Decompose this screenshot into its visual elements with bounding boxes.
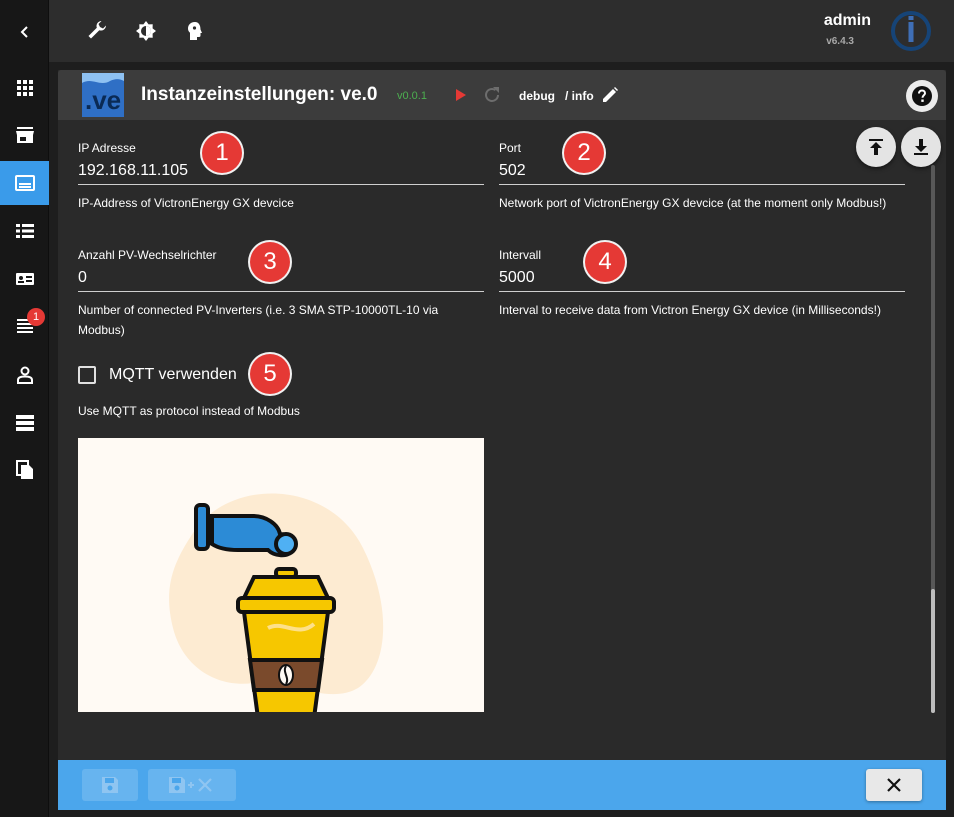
ip-address-label: IP Adresse — [78, 141, 136, 155]
save-button[interactable] — [82, 769, 138, 801]
sidebar-item-files[interactable] — [0, 448, 49, 492]
instance-settings-dialog: .ve Instanzeinstellungen: ve.0 v0.0.1 de… — [58, 70, 946, 810]
store-icon — [15, 127, 34, 143]
files-icon — [15, 460, 33, 479]
pv-inverters-label: Anzahl PV-Wechselrichter — [78, 248, 217, 262]
mqtt-checkbox-row[interactable]: MQTT verwenden — [78, 364, 237, 386]
hosts-icon — [15, 415, 34, 431]
help-icon — [912, 86, 932, 106]
donate-coffee-illustration[interactable] — [78, 438, 484, 712]
pencil-icon — [603, 87, 618, 102]
play-icon — [456, 89, 466, 101]
start-instance-button[interactable] — [449, 84, 471, 106]
callout-marker-5: 5 — [250, 354, 290, 394]
upload-icon — [869, 139, 883, 155]
loglevel-label: debug / info — [519, 89, 594, 103]
save-config-button[interactable] — [901, 127, 941, 167]
grid-icon — [16, 80, 33, 96]
instance-version: v0.0.1 — [397, 90, 427, 102]
interval-input[interactable] — [499, 264, 905, 292]
dialog-footer — [58, 760, 946, 810]
floppy-plus-close-icon — [169, 777, 212, 793]
scrollbar-thumb[interactable] — [931, 589, 935, 713]
dialog-title: Instanzeinstellungen: ve.0 — [141, 84, 378, 105]
sidebar-item-enums[interactable] — [0, 257, 49, 301]
expert-mode-button[interactable] — [180, 17, 208, 45]
coffee-donate-icon — [78, 438, 484, 712]
adapter-logo-text: .ve — [85, 85, 121, 115]
sidebar: 1 — [0, 0, 49, 817]
refresh-icon — [485, 87, 499, 102]
list-icon — [15, 224, 34, 238]
mqtt-checkbox-label: MQTT verwenden — [109, 366, 237, 383]
instances-icon — [14, 175, 35, 191]
sidebar-item-adapters[interactable] — [0, 113, 49, 157]
callout-marker-4: 4 — [585, 242, 625, 282]
port-help: Network port of VictronEnergy GX devcice… — [499, 196, 887, 210]
mqtt-help: Use MQTT as protocol instead of Modbus — [78, 404, 300, 418]
ip-address-input[interactable] — [78, 157, 484, 185]
loglevel-current: debug — [519, 89, 555, 103]
sidebar-item-objects[interactable] — [0, 209, 49, 253]
adapter-logo: .ve — [82, 73, 124, 117]
logs-count-badge: 1 — [27, 308, 45, 326]
sidebar-item-overview[interactable] — [0, 66, 49, 110]
ip-address-help: IP-Address of VictronEnergy GX devcice — [78, 196, 294, 210]
port-label: Port — [499, 141, 522, 155]
sidebar-item-users[interactable] — [0, 353, 49, 397]
close-dialog-button[interactable] — [866, 769, 922, 801]
collapse-sidebar-button[interactable] — [0, 10, 49, 54]
victron-logo-icon: .ve — [82, 73, 124, 117]
contact-card-icon — [15, 273, 34, 285]
wrench-icon — [88, 21, 106, 39]
head-icon — [188, 22, 202, 40]
interval-label: Intervall — [499, 248, 542, 262]
mqtt-checkbox[interactable] — [78, 366, 96, 384]
iobroker-logo[interactable] — [890, 10, 932, 52]
sidebar-item-logs[interactable]: 1 — [0, 304, 49, 348]
port-input[interactable] — [499, 157, 905, 185]
top-app-bar: admin v6.4.3 — [49, 0, 954, 62]
download-icon — [914, 139, 928, 155]
callout-marker-3: 3 — [250, 242, 290, 282]
callout-marker-1: 1 — [202, 133, 242, 173]
chevron-left-icon — [20, 26, 28, 38]
close-icon — [887, 778, 901, 792]
settings-button[interactable] — [83, 17, 111, 45]
user-icon — [16, 366, 33, 384]
floppy-icon — [102, 777, 118, 793]
iobroker-logo-icon — [891, 11, 931, 51]
help-button[interactable] — [906, 80, 938, 112]
pv-inverters-help: Number of connected PV-Inverters (i.e. 3… — [78, 303, 439, 337]
loglevel-separator: / info — [565, 89, 594, 103]
brightness-icon — [136, 21, 156, 41]
callout-marker-2: 2 — [564, 133, 604, 173]
save-and-close-button[interactable] — [148, 769, 236, 801]
restart-instance-button[interactable] — [481, 84, 503, 106]
theme-toggle-button[interactable] — [132, 17, 160, 45]
admin-version: v6.4.3 — [826, 36, 854, 47]
sidebar-item-hosts[interactable] — [0, 401, 49, 445]
app-root: 1 admin v6.4.3 .ve Instanzeinstellungen:… — [0, 0, 954, 817]
sidebar-item-instances[interactable] — [0, 161, 49, 205]
dialog-header: .ve Instanzeinstellungen: ve.0 v0.0.1 de… — [58, 70, 946, 120]
edit-loglevel-button[interactable] — [599, 84, 621, 106]
user-name: admin — [823, 12, 871, 29]
interval-help: Interval to receive data from Victron En… — [499, 303, 881, 317]
